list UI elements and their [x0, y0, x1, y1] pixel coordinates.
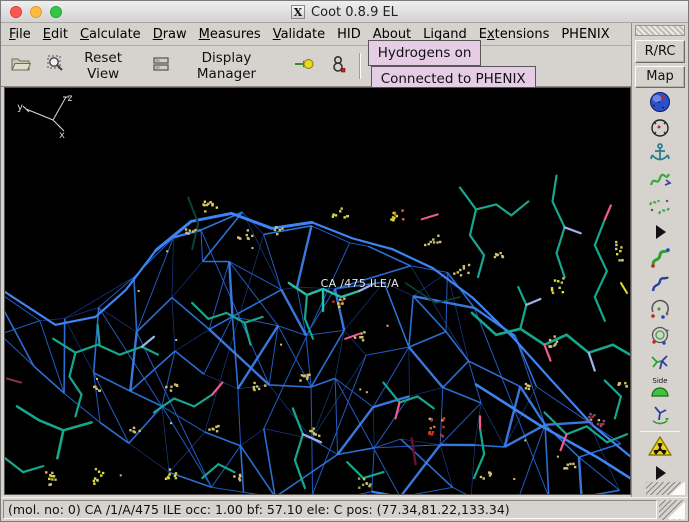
go-to-atom-button[interactable]: [288, 53, 320, 79]
open-folder-icon: [11, 56, 32, 76]
edit-chi-angles-button[interactable]: [643, 298, 677, 324]
side-chain-slide-button[interactable]: Side: [643, 376, 677, 402]
statusbar: (mol. no: 0) CA /1/A/475 ILE occ: 1.00 b…: [1, 497, 688, 521]
real-space-refine-zone-button[interactable]: [643, 168, 677, 194]
hazard-icon: [647, 434, 673, 463]
expand-more-button[interactable]: [643, 461, 677, 480]
anchor-icon: [647, 141, 673, 170]
side-chain-slide-icon: Side: [647, 375, 673, 404]
reset-view-icon: [47, 55, 65, 77]
sphere-refine-icon: [647, 90, 673, 118]
menu-hid[interactable]: HID: [331, 25, 367, 44]
display-manager-button[interactable]: Display Manager: [146, 46, 283, 86]
regularize-zone-button[interactable]: [643, 194, 677, 220]
gl-canvas[interactable]: z y x CA /475 ILE/A: [4, 87, 631, 495]
model-fit-refine-sidebar: R/RC Map Side: [631, 23, 688, 497]
edit-chi-angles-icon: [647, 297, 673, 326]
axes-gizmo: z y x: [17, 93, 73, 141]
target-circle-button[interactable]: [643, 116, 677, 142]
menu-measures[interactable]: Measures: [193, 25, 267, 44]
go-to-ligand-button[interactable]: [324, 51, 352, 81]
flip-peptide-icon: [647, 349, 673, 378]
molecular-scene: [5, 174, 630, 494]
expand-more-icon: [647, 460, 673, 481]
open-coordinates-button[interactable]: [5, 52, 37, 80]
menu-draw[interactable]: Draw: [147, 25, 193, 44]
menu-edit[interactable]: Edit: [37, 25, 74, 44]
menu-validate[interactable]: Validate: [267, 25, 331, 44]
map-button[interactable]: Map: [635, 65, 685, 89]
x11-logo-icon: X: [291, 5, 306, 19]
window-resize-grip-sidebar[interactable]: [646, 482, 685, 495]
hydrogens-toggle-button[interactable]: Hydrogens on: [367, 40, 482, 66]
auto-fit-rotamer-icon: [647, 245, 673, 274]
anchor-button[interactable]: [643, 142, 677, 168]
expand-more-icon: [647, 219, 673, 248]
real-space-refine-zone-icon: [647, 167, 673, 196]
window-resize-grip[interactable]: [659, 499, 685, 520]
atom-label: CA /475 ILE/A: [320, 276, 399, 290]
status-text: (mol. no: 0) CA /1/A/475 ILE occ: 1.00 b…: [3, 500, 657, 519]
coot-window: X Coot 0.8.9 EL File Edit Calculate Draw Mea…: [0, 0, 689, 522]
hazard-button[interactable]: [643, 435, 677, 461]
window-title: Coot 0.8.9 EL: [311, 4, 398, 20]
rotamer-icon: [647, 271, 673, 300]
target-circle-icon: [647, 115, 673, 144]
sidebar-drag-handle[interactable]: [635, 25, 685, 36]
menu-file[interactable]: File: [3, 25, 37, 44]
rrc-button[interactable]: R/RC: [635, 39, 685, 63]
toolbar-separator: [358, 53, 361, 79]
regularize-zone-icon: [647, 193, 673, 222]
rotamer-button[interactable]: [643, 272, 677, 298]
auto-fit-rotamer-button[interactable]: [643, 246, 677, 272]
torsion-general-icon: [647, 323, 673, 352]
axis-z-label: z: [67, 93, 73, 104]
display-manager-label: Display Manager: [196, 50, 257, 82]
svg-text:Side: Side: [652, 377, 667, 385]
sidebar-separator: [640, 431, 680, 433]
sphere-refine-button[interactable]: [643, 90, 677, 116]
expand-more-button[interactable]: [643, 220, 677, 246]
toolbar: Reset View Display Manager Hydrogens onC…: [1, 40, 631, 92]
reset-view-label: Reset View: [84, 50, 123, 82]
go-to-ligand-icon: [330, 55, 346, 77]
axis-x-label: x: [59, 130, 65, 141]
side-chain-flip-button[interactable]: [643, 402, 677, 428]
flip-peptide-button[interactable]: [643, 350, 677, 376]
menu-calculate[interactable]: Calculate: [74, 25, 147, 44]
go-to-atom-icon: [294, 57, 314, 75]
torsion-general-button[interactable]: [643, 324, 677, 350]
reset-view-button[interactable]: Reset View: [41, 46, 142, 86]
display-manager-icon: [152, 56, 170, 76]
side-chain-flip-icon: [647, 401, 673, 430]
titlebar: X Coot 0.8.9 EL: [1, 1, 688, 23]
axis-y-label: y: [17, 102, 23, 113]
